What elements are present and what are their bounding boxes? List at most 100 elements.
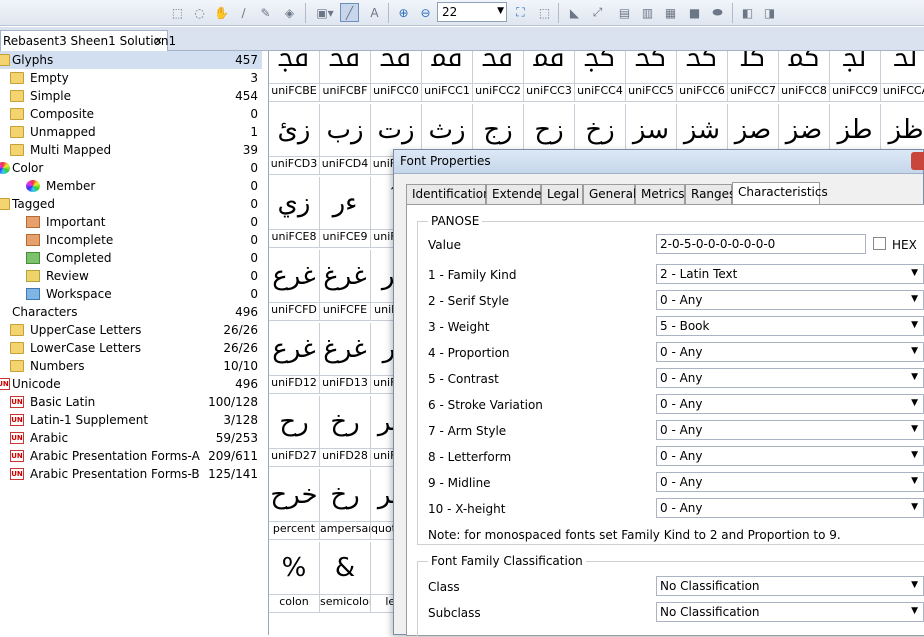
knife-icon[interactable]: ∕ — [234, 3, 253, 22]
palette-icon[interactable]: ▣▾ — [312, 3, 338, 22]
glyph-cell[interactable]: خرح percent — [269, 469, 320, 540]
arrow-icon[interactable]: ◣ — [565, 3, 584, 22]
tab-characteristics[interactable]: Characteristics — [732, 182, 828, 205]
glyph-cell[interactable]: ﳇ uniFCC7 — [728, 51, 779, 102]
glyph-cell[interactable]: ﳆ uniFCC6 — [677, 51, 728, 102]
outline-icon[interactable]: ╱ — [340, 3, 359, 22]
eraser-icon[interactable]: ◈ — [280, 3, 299, 22]
rect-select-icon[interactable]: ⬚ — [168, 3, 187, 22]
tree-item[interactable]: Member 0 — [0, 177, 262, 195]
glyph-cell[interactable]: رخ uniFD28 — [320, 396, 371, 467]
tree-item[interactable]: UN Unicode 496 — [0, 375, 262, 393]
tree-item[interactable]: Important 0 — [0, 213, 262, 231]
tree-item[interactable]: UpperCase Letters 26/26 — [0, 321, 262, 339]
zoom-selection-icon[interactable]: ⬚ — [535, 3, 554, 22]
lasso-icon[interactable]: ◌ — [190, 3, 209, 22]
ellipse-icon[interactable]: ⬬ — [708, 3, 727, 22]
glyph-cell[interactable]: رخ ampersand — [320, 469, 371, 540]
glyph-cell[interactable]: زئ uniFCD3 — [269, 104, 320, 175]
tree-item[interactable]: Characters 496 — [0, 303, 262, 321]
tree-item[interactable]: Glyphs 457 — [0, 51, 262, 69]
hex-checkbox[interactable] — [873, 237, 886, 250]
glyph-cell[interactable]: ﳈ uniFCC8 — [779, 51, 830, 102]
image-icon[interactable]: ▤ — [615, 3, 634, 22]
next-icon[interactable]: ◨ — [760, 3, 779, 22]
panose-field-select[interactable]: 0 - Any ▼ — [656, 368, 924, 388]
prev-icon[interactable]: ◧ — [738, 3, 757, 22]
tree-item[interactable]: Workspace 0 — [0, 285, 262, 303]
tree-item[interactable]: Color 0 — [0, 159, 262, 177]
tab-extended[interactable]: Extended — [486, 184, 549, 204]
glyph-cell[interactable]: غرع uniFCFD — [269, 250, 320, 321]
zoom-out-icon[interactable]: ⊖ — [416, 3, 435, 22]
class-select[interactable]: No Classification ▼ — [656, 576, 924, 596]
glyph-cell[interactable]: زي uniFCE8 — [269, 177, 320, 248]
tab-metrics[interactable]: Metrics — [635, 184, 685, 204]
pen-icon[interactable]: ✎ — [256, 3, 275, 22]
panose-field-select[interactable]: 2 - Latin Text ▼ — [656, 264, 924, 284]
document-tab[interactable]: Rebasent3 Sheen1 Solution1 × — [0, 30, 176, 51]
zoom-select[interactable]: 22 ▼ — [437, 2, 507, 22]
glyph-cell[interactable]: ﲾ uniFCBE — [269, 51, 320, 102]
glyph-cell[interactable]: غرغ uniFCFE — [320, 250, 371, 321]
tree-item[interactable]: Review 0 — [0, 267, 262, 285]
glyph-cell[interactable]: ﳂ uniFCC2 — [473, 51, 524, 102]
close-icon[interactable]: × — [154, 34, 163, 47]
tree-item[interactable]: UN Arabic Presentation Forms-B 125/141 — [0, 465, 262, 483]
tree-item[interactable]: UN Basic Latin 100/128 — [0, 393, 262, 411]
panose-field-select[interactable]: 0 - Any ▼ — [656, 420, 924, 440]
tree-item[interactable]: Completed 0 — [0, 249, 262, 267]
subclass-select[interactable]: No Classification ▼ — [656, 602, 924, 622]
stack-icon[interactable]: ▦ — [661, 3, 680, 22]
glyph-cell[interactable]: ﳃ uniFCC3 — [524, 51, 575, 102]
glyph-cell[interactable]: ﳁ uniFCC1 — [422, 51, 473, 102]
glyph-cell[interactable]: & semicolon — [320, 542, 371, 613]
panose-field-select[interactable]: 0 - Any ▼ — [656, 290, 924, 310]
glyph-cell[interactable]: غرغ uniFD13 — [320, 323, 371, 394]
tree-item[interactable]: UN Arabic Presentation Forms-A 209/611 — [0, 447, 262, 465]
tree-item[interactable]: Empty 3 — [0, 69, 262, 87]
square-icon[interactable]: ■ — [685, 3, 704, 22]
tab-legal[interactable]: Legal — [541, 184, 583, 204]
glyph-cell[interactable]: ﳊ uniFCCA — [881, 51, 924, 102]
glyph-cell[interactable]: ءر uniFCE9 — [320, 177, 371, 248]
tree-item[interactable]: Incomplete 0 — [0, 231, 262, 249]
tree-item[interactable]: UN Arabic 59/253 — [0, 429, 262, 447]
fit-icon[interactable]: ⛶ — [511, 3, 530, 22]
panose-field-select[interactable]: 0 - Any ▼ — [656, 498, 924, 518]
tree-item[interactable]: Simple 454 — [0, 87, 262, 105]
panose-field-select[interactable]: 0 - Any ▼ — [656, 342, 924, 362]
tree-item[interactable]: Multi Mapped 39 — [0, 141, 262, 159]
glyph-cell[interactable]: رح uniFD27 — [269, 396, 320, 467]
glyph-cell[interactable]: ﳉ uniFCC9 — [830, 51, 881, 102]
zoom-in-icon[interactable]: ⊕ — [394, 3, 413, 22]
hand-icon[interactable]: ✋ — [212, 3, 231, 22]
tree-item[interactable]: Composite 0 — [0, 105, 262, 123]
tree-item[interactable]: UN Latin-1 Supplement 3/128 — [0, 411, 262, 429]
close-icon[interactable] — [911, 152, 924, 170]
tree-item-label: Review — [46, 269, 89, 283]
tree-item-label: Arabic Presentation Forms-B — [30, 467, 200, 481]
glyph-cell[interactable]: % colon — [269, 542, 320, 613]
tree-item[interactable]: Numbers 10/10 — [0, 357, 262, 375]
glyph-cell[interactable]: ﳄ uniFCC4 — [575, 51, 626, 102]
glyph-cell[interactable]: ﳅ uniFCC5 — [626, 51, 677, 102]
tab-general[interactable]: General — [583, 184, 636, 204]
text-icon[interactable]: A — [365, 3, 384, 22]
glyph-cell[interactable]: ﲿ uniFCBF — [320, 51, 371, 102]
panose-value-input[interactable]: 2-0-5-0-0-0-0-0-0-0 — [656, 234, 866, 254]
panose-field-select[interactable]: 5 - Book ▼ — [656, 316, 924, 336]
glyph-cell[interactable]: ﳀ uniFCC0 — [371, 51, 422, 102]
tab-identification[interactable]: Identification — [406, 184, 491, 204]
tree-item[interactable]: Unmapped 1 — [0, 123, 262, 141]
glyph-cell[interactable]: زب uniFCD4 — [320, 104, 371, 175]
glyph-cell[interactable]: غرع uniFD12 — [269, 323, 320, 394]
tree-item[interactable]: LowerCase Letters 26/26 — [0, 339, 262, 357]
panose-field-select[interactable]: 0 - Any ▼ — [656, 472, 924, 492]
transform-icon[interactable]: ⤢ — [588, 3, 607, 22]
panose-field-select[interactable]: 0 - Any ▼ — [656, 446, 924, 466]
tab-ranges[interactable]: Ranges — [685, 184, 735, 204]
tree-item[interactable]: Tagged 0 — [0, 195, 262, 213]
panose-field-select[interactable]: 0 - Any ▼ — [656, 394, 924, 414]
image-edit-icon[interactable]: ▥ — [638, 3, 657, 22]
